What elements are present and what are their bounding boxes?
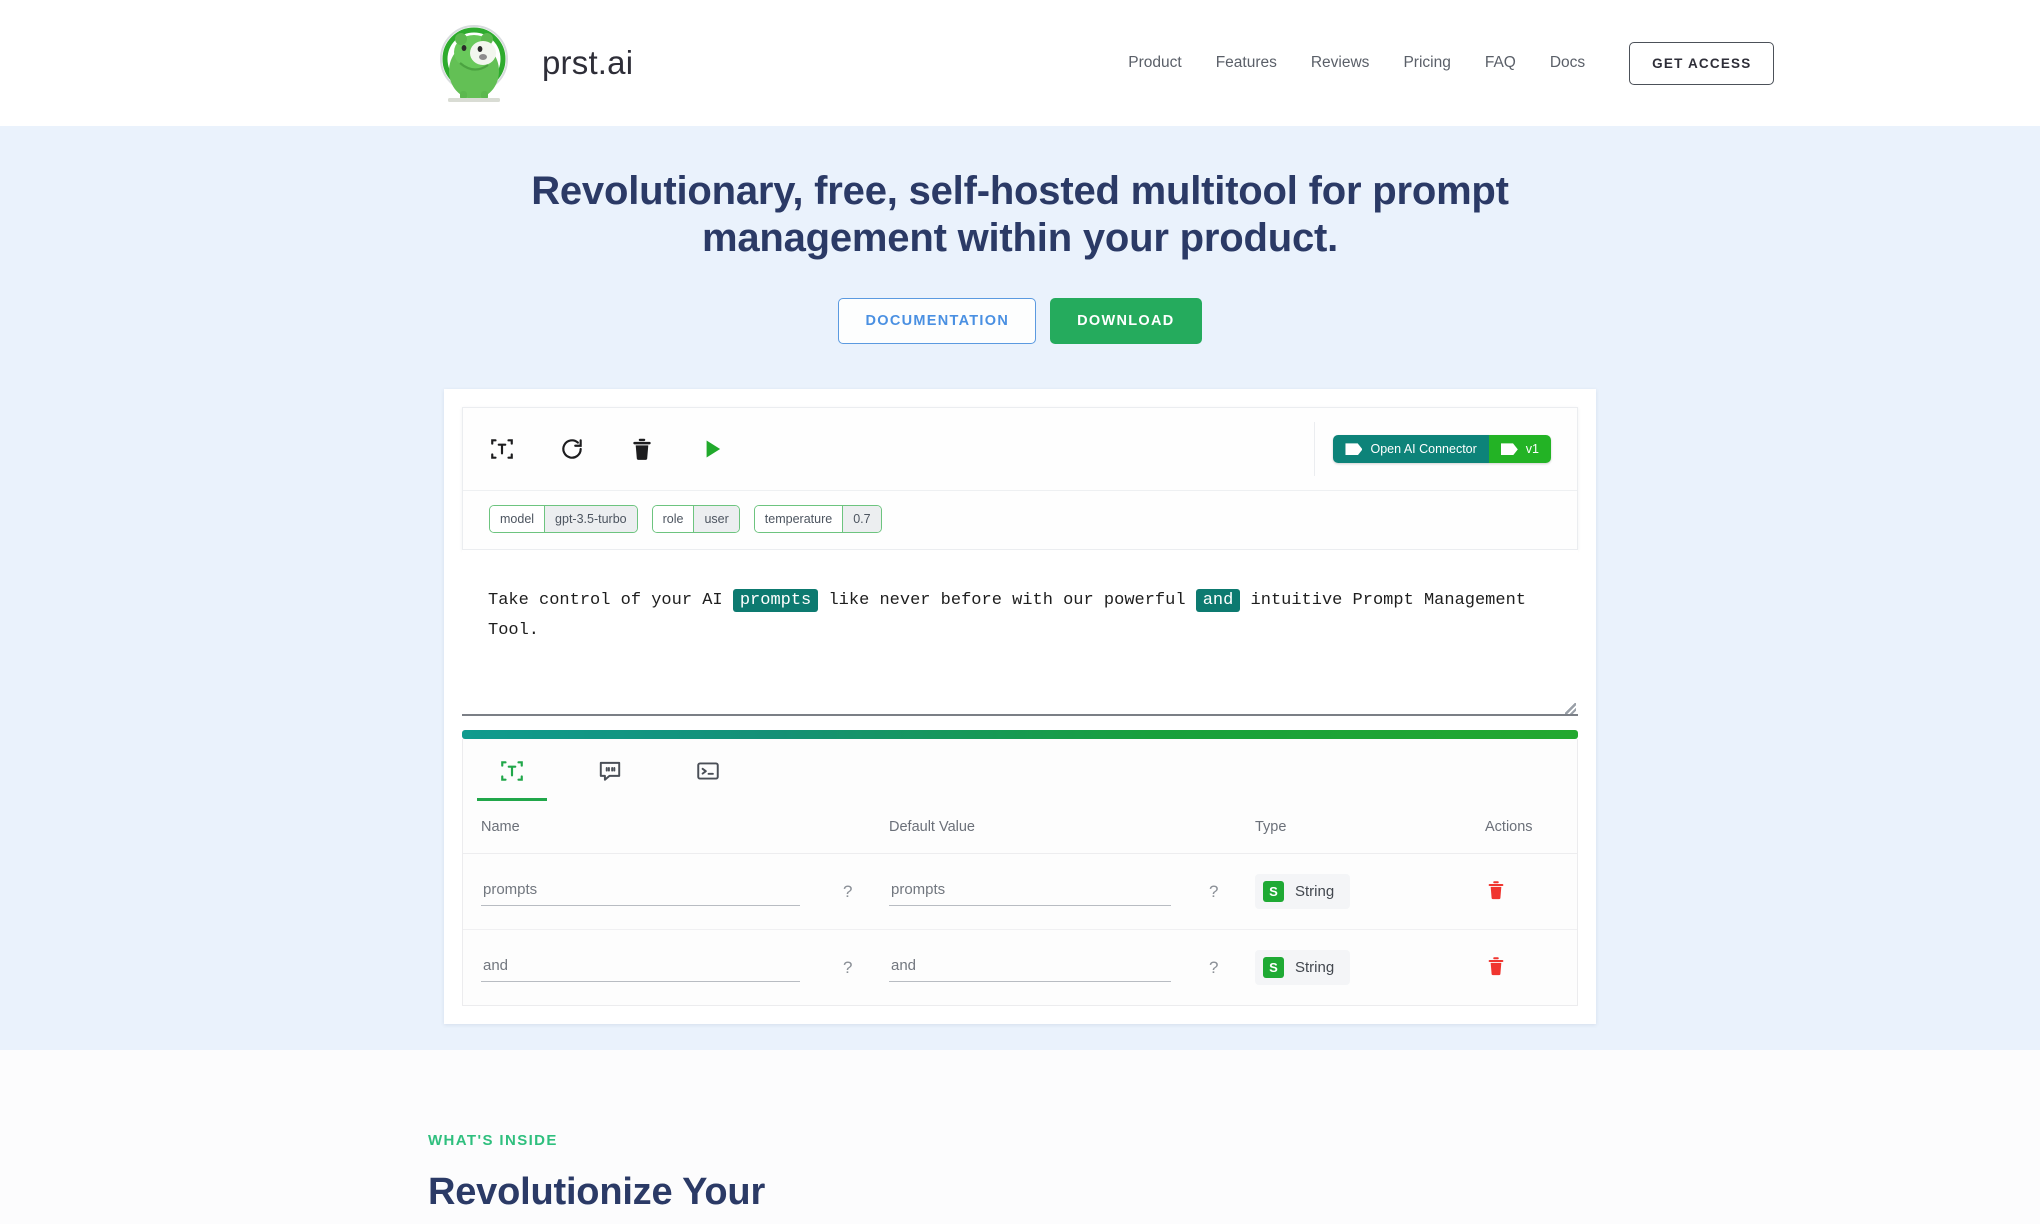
main-nav: Product Features Reviews Pricing FAQ Doc… <box>1128 41 1775 85</box>
help-icon[interactable]: ? <box>843 882 852 901</box>
tab-messages[interactable] <box>597 758 623 800</box>
nav-item-reviews[interactable]: Reviews <box>1311 54 1370 72</box>
section-heading: Revolutionize Your <box>428 1171 766 1213</box>
version-badge[interactable]: v1 <box>1488 435 1551 464</box>
documentation-button[interactable]: DOCUMENTATION <box>838 298 1037 345</box>
prompt-text: Take control of your AI prompts like nev… <box>488 586 1548 646</box>
variables-table: Name Default Value Type Actions prompts … <box>463 801 1577 1005</box>
variable-name-input[interactable] <box>481 953 800 983</box>
version-badge-label: v1 <box>1525 442 1539 457</box>
prompt-editor-card: Open AI Connector v1 model gpt-3.5-turbo… <box>462 407 1578 551</box>
column-header-spacer-1 <box>843 801 889 855</box>
column-header-type: Type <box>1255 801 1485 855</box>
run-play-icon[interactable] <box>699 436 725 462</box>
connector-badge[interactable]: Open AI Connector <box>1333 435 1489 464</box>
table-row: ? ? S String <box>463 853 1577 931</box>
resize-handle[interactable] <box>1565 703 1576 715</box>
hero-section: Revolutionary, free, self-hosted multito… <box>0 126 2040 1050</box>
prompt-part-1: Take control of your AI <box>488 591 733 611</box>
prompt-variable-prompts[interactable]: prompts <box>732 589 819 613</box>
trash-icon[interactable] <box>629 436 655 462</box>
type-selector[interactable]: S String <box>1255 950 1351 986</box>
gradient-accent-bar <box>462 730 1578 740</box>
toolbar-divider <box>1314 422 1315 477</box>
scan-text-icon <box>499 758 525 784</box>
help-icon[interactable]: ? <box>843 958 852 977</box>
delete-row-button[interactable] <box>1485 955 1507 980</box>
page-title: Revolutionary, free, self-hosted multito… <box>531 169 1509 261</box>
tab-variables[interactable] <box>477 758 547 802</box>
get-access-button[interactable]: GET ACCESS <box>1629 41 1775 85</box>
app-mockup: Open AI Connector v1 model gpt-3.5-turbo… <box>444 389 1596 1025</box>
help-icon[interactable]: ? <box>1209 958 1218 977</box>
connector-badge-label: Open AI Connector <box>1370 442 1477 457</box>
nav-item-docs[interactable]: Docs <box>1550 54 1585 72</box>
editor-toolbar: Open AI Connector v1 <box>463 408 1577 490</box>
nav-item-faq[interactable]: FAQ <box>1485 54 1516 72</box>
chip-value: 0.7 <box>842 506 881 533</box>
download-button[interactable]: DOWNLOAD <box>1050 298 1202 345</box>
parameter-chips: model gpt-3.5-turbo role user temperatur… <box>463 490 1577 549</box>
whats-inside-section: WHAT'S INSIDE Revolutionize Your <box>0 1050 2040 1224</box>
chip-role[interactable]: role user <box>651 505 740 534</box>
nav-item-features[interactable]: Features <box>1216 54 1277 72</box>
prompt-textarea[interactable]: Take control of your AI prompts like nev… <box>462 550 1578 731</box>
variable-default-input[interactable] <box>889 877 1171 907</box>
refresh-icon[interactable] <box>559 436 585 462</box>
connector-badges: Open AI Connector v1 <box>1333 435 1551 464</box>
nav-item-pricing[interactable]: Pricing <box>1403 54 1450 72</box>
chip-key: role <box>652 506 694 533</box>
prompt-part-2: like never before with our powerful <box>818 591 1196 611</box>
table-row: ? ? S String <box>463 930 1577 1006</box>
column-header-default-value: Default Value <box>889 801 1209 855</box>
type-label: String <box>1295 883 1335 901</box>
panel-tabs <box>463 739 1577 802</box>
tag-icon <box>1500 443 1518 456</box>
tab-console[interactable] <box>695 758 721 800</box>
variables-panel: Name Default Value Type Actions prompts … <box>462 739 1578 1007</box>
prompt-underline <box>462 714 1578 717</box>
chip-value: user <box>693 506 739 533</box>
capybara-mascot-logo <box>428 17 520 109</box>
chip-temperature[interactable]: temperature 0.7 <box>753 505 882 534</box>
brand[interactable]: prst.ai <box>428 17 633 109</box>
brand-name: prst.ai <box>542 44 634 81</box>
column-header-actions: Actions <box>1485 801 1577 855</box>
variable-name-input[interactable] <box>481 877 800 907</box>
tag-icon <box>1345 443 1363 456</box>
terminal-icon <box>695 758 721 784</box>
column-header-spacer-2 <box>1209 801 1255 855</box>
site-header: prst.ai Product Features Reviews Pricing… <box>0 0 2040 126</box>
help-icon[interactable]: ? <box>1209 882 1218 901</box>
type-selector[interactable]: S String <box>1255 874 1351 910</box>
type-label: String <box>1295 959 1335 977</box>
chip-key: temperature <box>754 506 843 533</box>
scan-text-icon[interactable] <box>489 436 515 462</box>
cta-row: DOCUMENTATION DOWNLOAD <box>0 298 2040 345</box>
prompt-variable-and[interactable]: and <box>1195 589 1241 613</box>
chip-model[interactable]: model gpt-3.5-turbo <box>489 505 638 534</box>
string-type-icon: S <box>1263 881 1284 903</box>
chip-key: model <box>490 506 545 533</box>
nav-item-product[interactable]: Product <box>1128 54 1181 72</box>
variable-default-input[interactable] <box>889 953 1171 983</box>
column-header-name: Name <box>463 801 843 855</box>
chip-value: gpt-3.5-turbo <box>544 506 637 533</box>
delete-row-button[interactable] <box>1485 879 1507 904</box>
section-eyebrow: WHAT'S INSIDE <box>428 1132 558 1149</box>
quote-bubble-icon <box>597 758 623 784</box>
string-type-icon: S <box>1263 957 1284 979</box>
table-header-row: Name Default Value Type Actions <box>463 801 1577 855</box>
